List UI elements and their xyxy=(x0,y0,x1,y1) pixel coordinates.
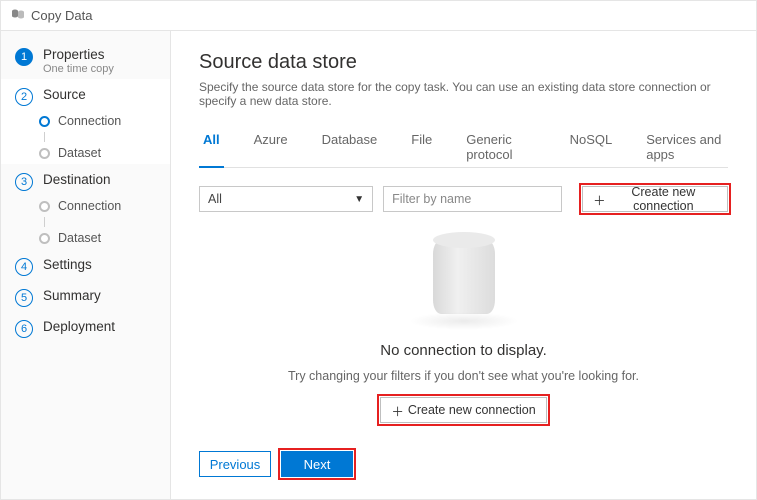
create-new-connection-button[interactable]: ＋ Create new connection xyxy=(380,397,546,423)
wizard-footer: Previous Next xyxy=(199,443,728,489)
main-panel: Source data store Specify the source dat… xyxy=(171,31,756,499)
substep-dataset[interactable]: Dataset xyxy=(27,142,170,164)
button-label: Create new connection xyxy=(408,403,536,417)
substep-dataset[interactable]: Dataset xyxy=(27,227,170,249)
plus-icon: ＋ xyxy=(593,190,606,209)
tab-generic-protocol[interactable]: Generic protocol xyxy=(462,126,539,168)
step-source[interactable]: 2 Source xyxy=(1,79,170,110)
step-label: Destination xyxy=(43,172,111,187)
tab-database[interactable]: Database xyxy=(318,126,382,168)
titlebar: Copy Data xyxy=(1,1,756,31)
connector-type-tabs: All Azure Database File Generic protocol… xyxy=(199,126,728,168)
tab-file[interactable]: File xyxy=(407,126,436,168)
step-destination[interactable]: 3 Destination xyxy=(1,164,170,195)
page-description: Specify the source data store for the co… xyxy=(199,80,728,108)
step-number: 5 xyxy=(15,289,33,307)
step-summary[interactable]: 5 Summary xyxy=(1,280,170,311)
step-number: 3 xyxy=(15,173,33,191)
app-title: Copy Data xyxy=(31,8,92,23)
button-label: Create new connection xyxy=(610,185,717,213)
step-deployment[interactable]: 6 Deployment xyxy=(1,311,170,342)
chevron-down-icon: ▼ xyxy=(354,194,364,205)
tab-services-and-apps[interactable]: Services and apps xyxy=(642,126,728,168)
plus-icon: ＋ xyxy=(391,401,404,420)
step-number: 4 xyxy=(15,258,33,276)
search-input[interactable] xyxy=(383,186,562,212)
step-sublabel: One time copy xyxy=(43,63,114,75)
substep-label: Dataset xyxy=(58,231,101,245)
step-label: Source xyxy=(43,87,86,102)
step-number: 2 xyxy=(15,88,33,106)
step-label: Settings xyxy=(43,257,92,272)
substep-label: Dataset xyxy=(58,146,101,160)
substep-label: Connection xyxy=(58,199,121,213)
previous-button[interactable]: Previous xyxy=(199,451,271,477)
step-label: Properties xyxy=(43,47,114,62)
substep-connection[interactable]: Connection xyxy=(27,195,170,217)
create-new-connection-button[interactable]: ＋ Create new connection xyxy=(582,186,728,212)
empty-state: No connection to display. Try changing y… xyxy=(199,220,728,443)
tab-nosql[interactable]: NoSQL xyxy=(566,126,617,168)
step-settings[interactable]: 4 Settings xyxy=(1,249,170,280)
step-number: 6 xyxy=(15,320,33,338)
substep-dot-icon xyxy=(39,148,50,159)
empty-description: Try changing your filters if you don't s… xyxy=(288,369,639,383)
substep-label: Connection xyxy=(58,114,121,128)
step-properties[interactable]: 1 Properties One time copy xyxy=(1,39,170,79)
next-button[interactable]: Next xyxy=(281,451,353,477)
substep-dot-icon xyxy=(39,233,50,244)
tab-all[interactable]: All xyxy=(199,126,224,168)
empty-title: No connection to display. xyxy=(380,342,547,359)
step-label: Deployment xyxy=(43,319,115,334)
copy-data-icon xyxy=(11,8,25,23)
substep-dot-icon xyxy=(39,201,50,212)
substep-connection[interactable]: Connection xyxy=(27,110,170,132)
wizard-sidebar: 1 Properties One time copy 2 Source Conn… xyxy=(1,31,171,499)
datastore-illustration-icon xyxy=(433,240,495,314)
page-title: Source data store xyxy=(199,51,728,74)
select-value: All xyxy=(208,192,222,206)
tab-azure[interactable]: Azure xyxy=(250,126,292,168)
step-number: 1 xyxy=(15,48,33,66)
substep-dot-icon xyxy=(39,116,50,127)
category-filter-select[interactable]: All ▼ xyxy=(199,186,373,212)
step-label: Summary xyxy=(43,288,101,303)
